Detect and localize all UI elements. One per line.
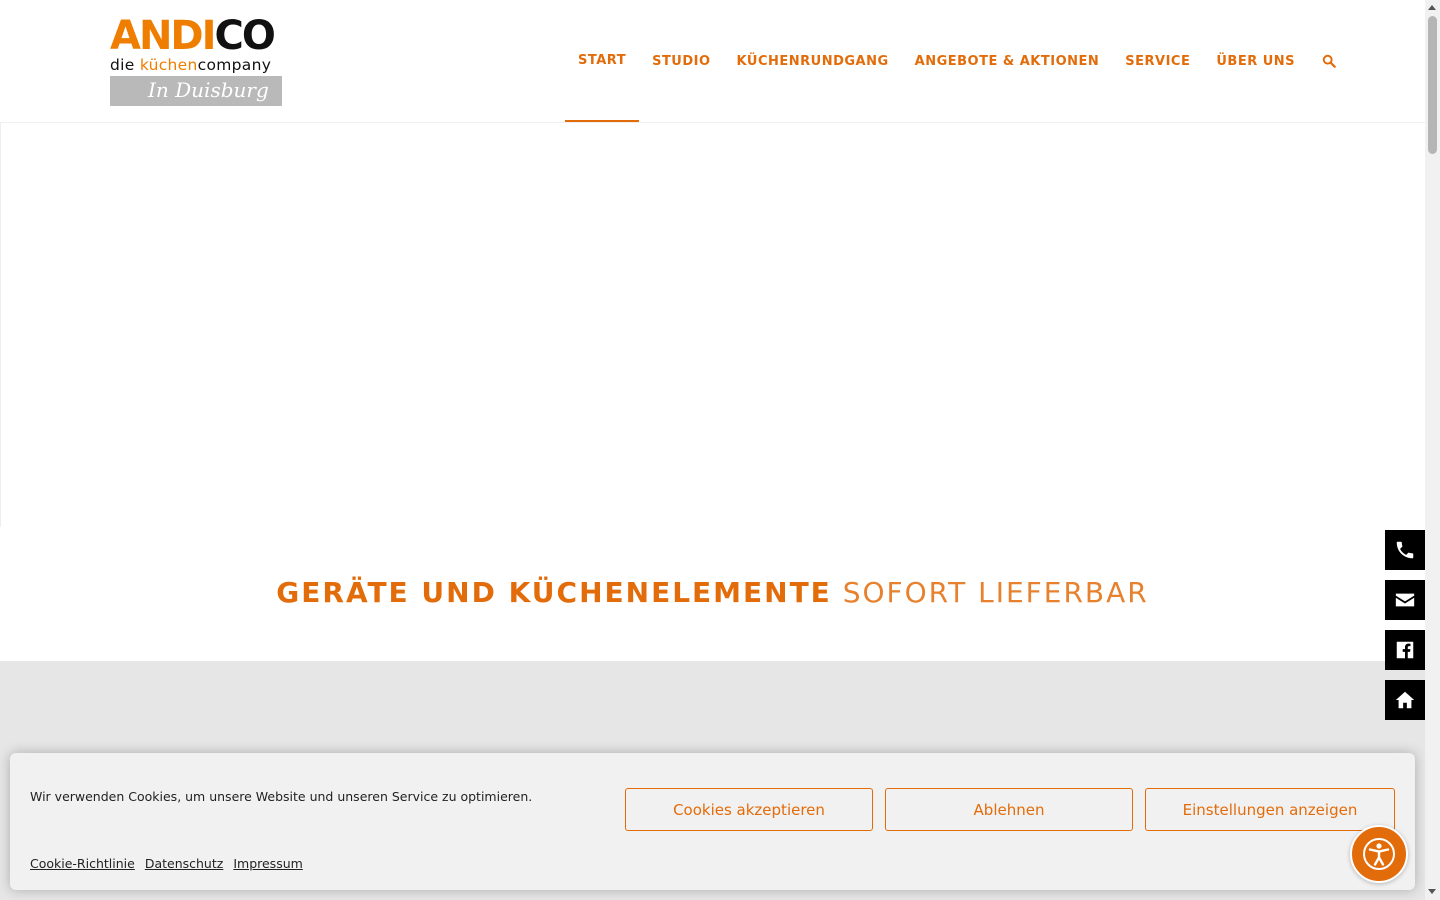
nav-item-kuechenrundgang[interactable]: KÜCHENRUNDGANG — [724, 0, 902, 122]
accept-cookies-button[interactable]: Cookies akzeptieren — [625, 788, 873, 831]
imprint-link[interactable]: Impressum — [233, 856, 302, 871]
home-icon[interactable] — [1385, 680, 1425, 720]
scroll-down-arrow-icon[interactable] — [1428, 889, 1436, 894]
main-nav: START STUDIO KÜCHENRUNDGANG ANGEBOTE & A… — [565, 0, 1350, 122]
nav-item-service[interactable]: SERVICE — [1112, 0, 1203, 122]
nav-item-start[interactable]: START — [565, 0, 640, 122]
phone-icon[interactable] — [1385, 530, 1425, 570]
nav-item-studio[interactable]: STUDIO — [639, 0, 723, 122]
site-header: ANDICO die küchencompany In Duisburg STA… — [0, 0, 1425, 123]
andico-logo[interactable]: ANDICO die küchencompany In Duisburg — [110, 13, 284, 106]
accessibility-icon[interactable] — [1350, 825, 1408, 883]
scroll-up-arrow-icon[interactable] — [1428, 5, 1436, 10]
decline-cookies-button[interactable]: Ablehnen — [885, 788, 1133, 831]
show-settings-button[interactable]: Einstellungen anzeigen — [1145, 788, 1395, 831]
scrollbar-thumb[interactable] — [1428, 16, 1437, 154]
cookie-policy-link[interactable]: Cookie-Richtlinie — [30, 856, 135, 871]
logo-location-band: In Duisburg — [110, 76, 282, 106]
hero-slider-area — [0, 123, 1426, 527]
cookie-banner: Wir verwenden Cookies, um unsere Website… — [10, 753, 1415, 890]
nav-item-ueber-uns[interactable]: ÜBER UNS — [1203, 0, 1308, 122]
facebook-icon[interactable] — [1385, 630, 1425, 670]
cookie-message: Wir verwenden Cookies, um unsere Website… — [30, 789, 533, 804]
page-scrollbar[interactable] — [1425, 0, 1440, 900]
logo-wordmark: ANDICO — [110, 13, 276, 59]
side-contact-bar — [1385, 530, 1425, 730]
cookie-links: Cookie-Richtlinie Datenschutz Impressum — [30, 856, 313, 871]
envelope-icon[interactable] — [1385, 580, 1425, 620]
search-icon[interactable] — [1308, 0, 1350, 122]
section-headline: GERÄTE UND KÜCHENELEMENTE SOFORT LIEFERB… — [276, 576, 1149, 609]
nav-item-angebote-aktionen[interactable]: ANGEBOTE & AKTIONEN — [902, 0, 1113, 122]
privacy-link[interactable]: Datenschutz — [145, 856, 224, 871]
logo-tagline: die küchencompany — [110, 56, 272, 74]
